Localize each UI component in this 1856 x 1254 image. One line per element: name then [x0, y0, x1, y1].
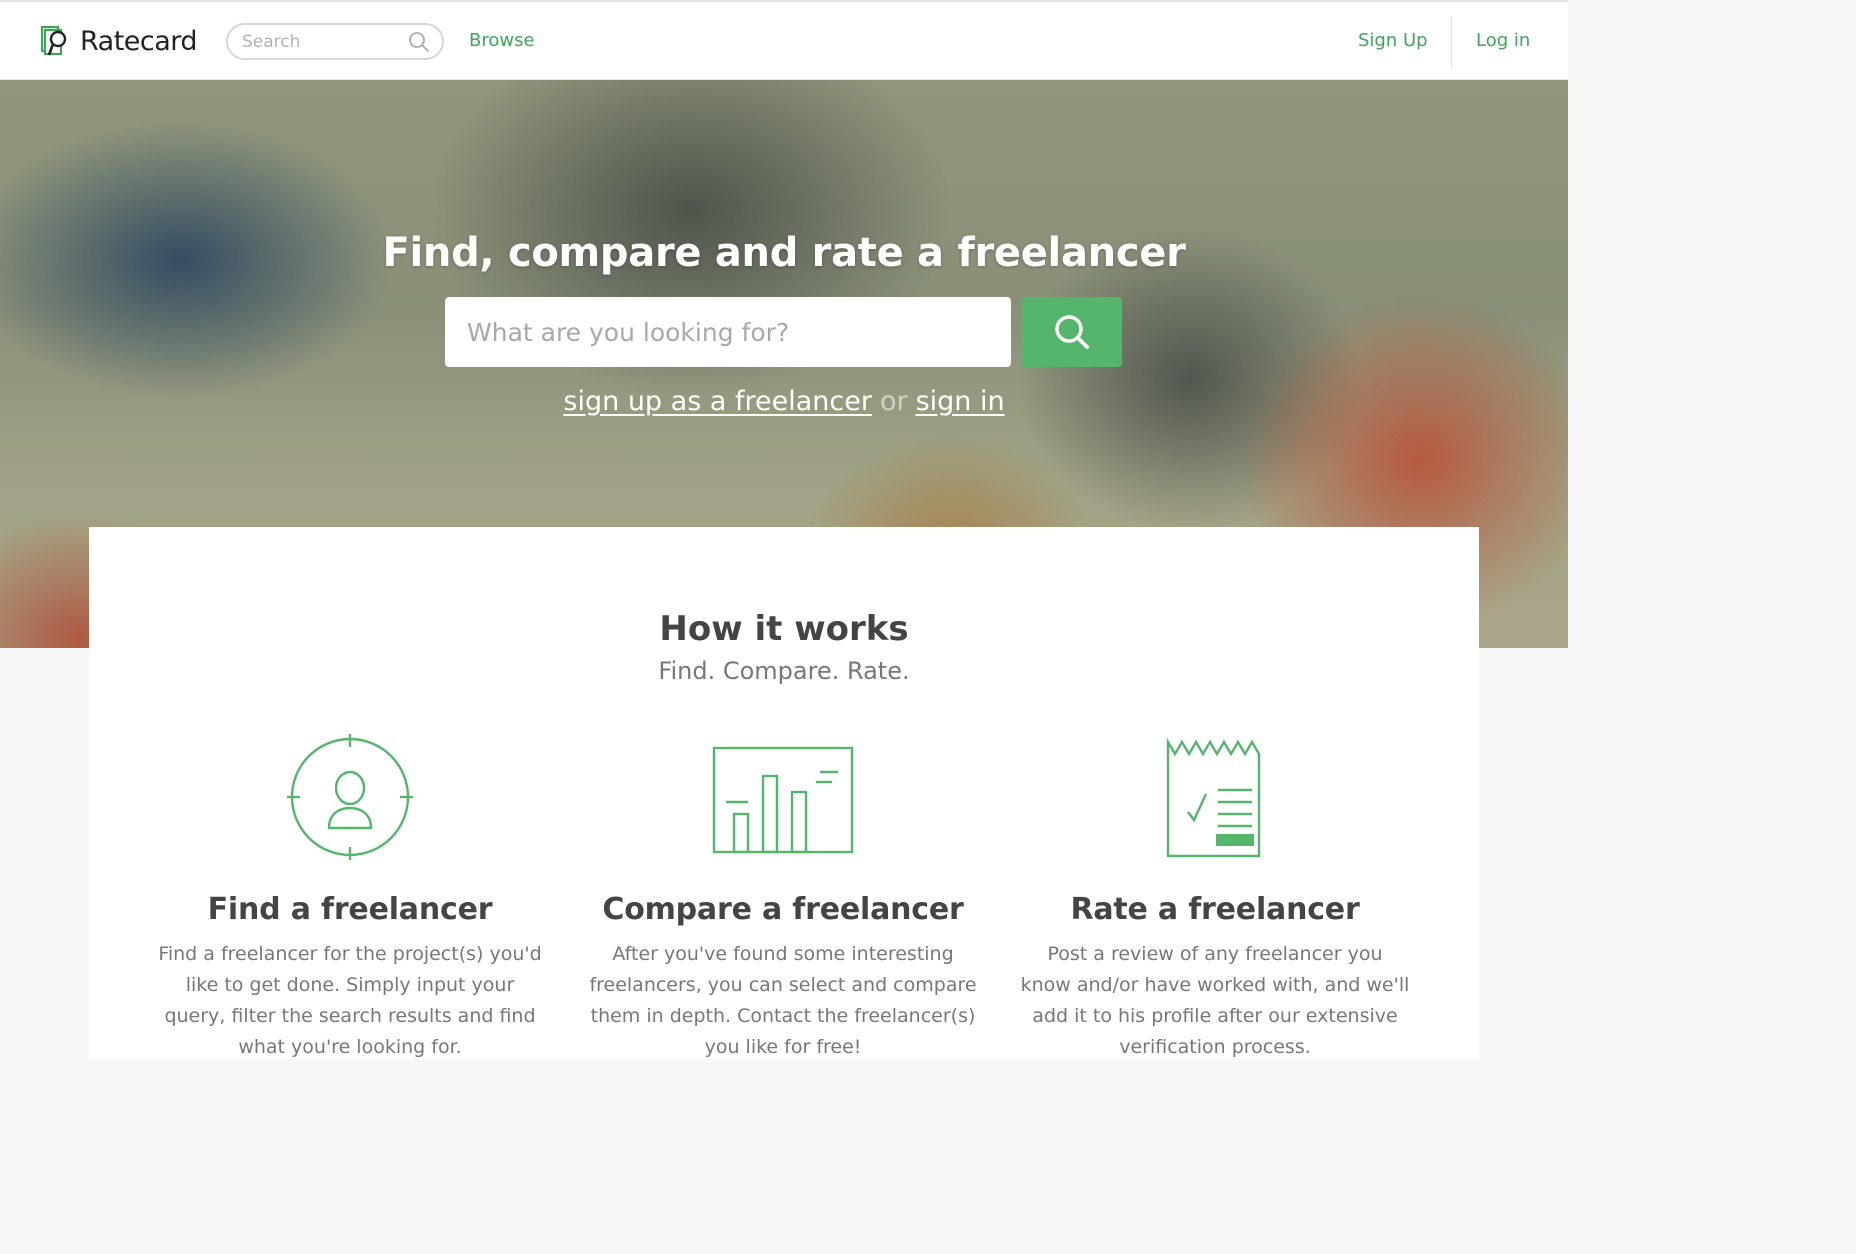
header-search-input[interactable]: [242, 31, 402, 53]
hero-search-input[interactable]: [445, 297, 1011, 367]
browse-link[interactable]: Browse: [469, 30, 535, 51]
step-description: After you've found some interesting free…: [589, 943, 977, 1058]
step-compare: Compare a freelancer After you've found …: [568, 732, 998, 1063]
step-description: Find a freelancer for the project(s) you…: [158, 943, 542, 1058]
step-title: Rate a freelancer: [1070, 892, 1360, 927]
or-text: or: [879, 386, 908, 417]
nav-divider: [1451, 16, 1452, 68]
sign-in-link[interactable]: sign in: [916, 386, 1005, 417]
logo-text: Ratecard: [80, 25, 198, 57]
sign-up-link[interactable]: Sign Up: [1358, 30, 1428, 51]
bar-chart-icon: [712, 746, 854, 854]
step-title: Compare a freelancer: [602, 892, 964, 927]
logo[interactable]: Ratecard: [40, 22, 198, 60]
target-person-icon: [287, 734, 413, 860]
section-title: How it works: [659, 609, 909, 649]
search-icon[interactable]: [408, 31, 430, 53]
hero-auth-links: sign up as a freelancer or sign in: [0, 386, 1568, 417]
step-find: Find a freelancer Find a freelancer for …: [135, 732, 565, 1063]
step-description: Post a review of any freelancer you know…: [1020, 943, 1410, 1058]
how-it-works-section: How it works Find. Compare. Rate. Find a…: [89, 527, 1479, 1059]
header-search-box[interactable]: [226, 23, 444, 60]
receipt-check-icon: [1166, 737, 1261, 858]
hero-title: Find, compare and rate a freelancer: [382, 230, 1186, 276]
top-navigation-bar: Ratecard Browse Sign Up Log in: [0, 0, 1568, 80]
step-rate: Rate a freelancer Post a review of any f…: [1000, 732, 1430, 1063]
step-title: Find a freelancer: [207, 892, 493, 927]
hero-search-button[interactable]: [1021, 297, 1122, 367]
search-icon: [1054, 315, 1089, 349]
ratecard-logo-icon: [40, 25, 67, 56]
log-in-link[interactable]: Log in: [1476, 30, 1530, 51]
sign-up-freelancer-link[interactable]: sign up as a freelancer: [563, 386, 872, 417]
section-subtitle: Find. Compare. Rate.: [658, 657, 910, 685]
